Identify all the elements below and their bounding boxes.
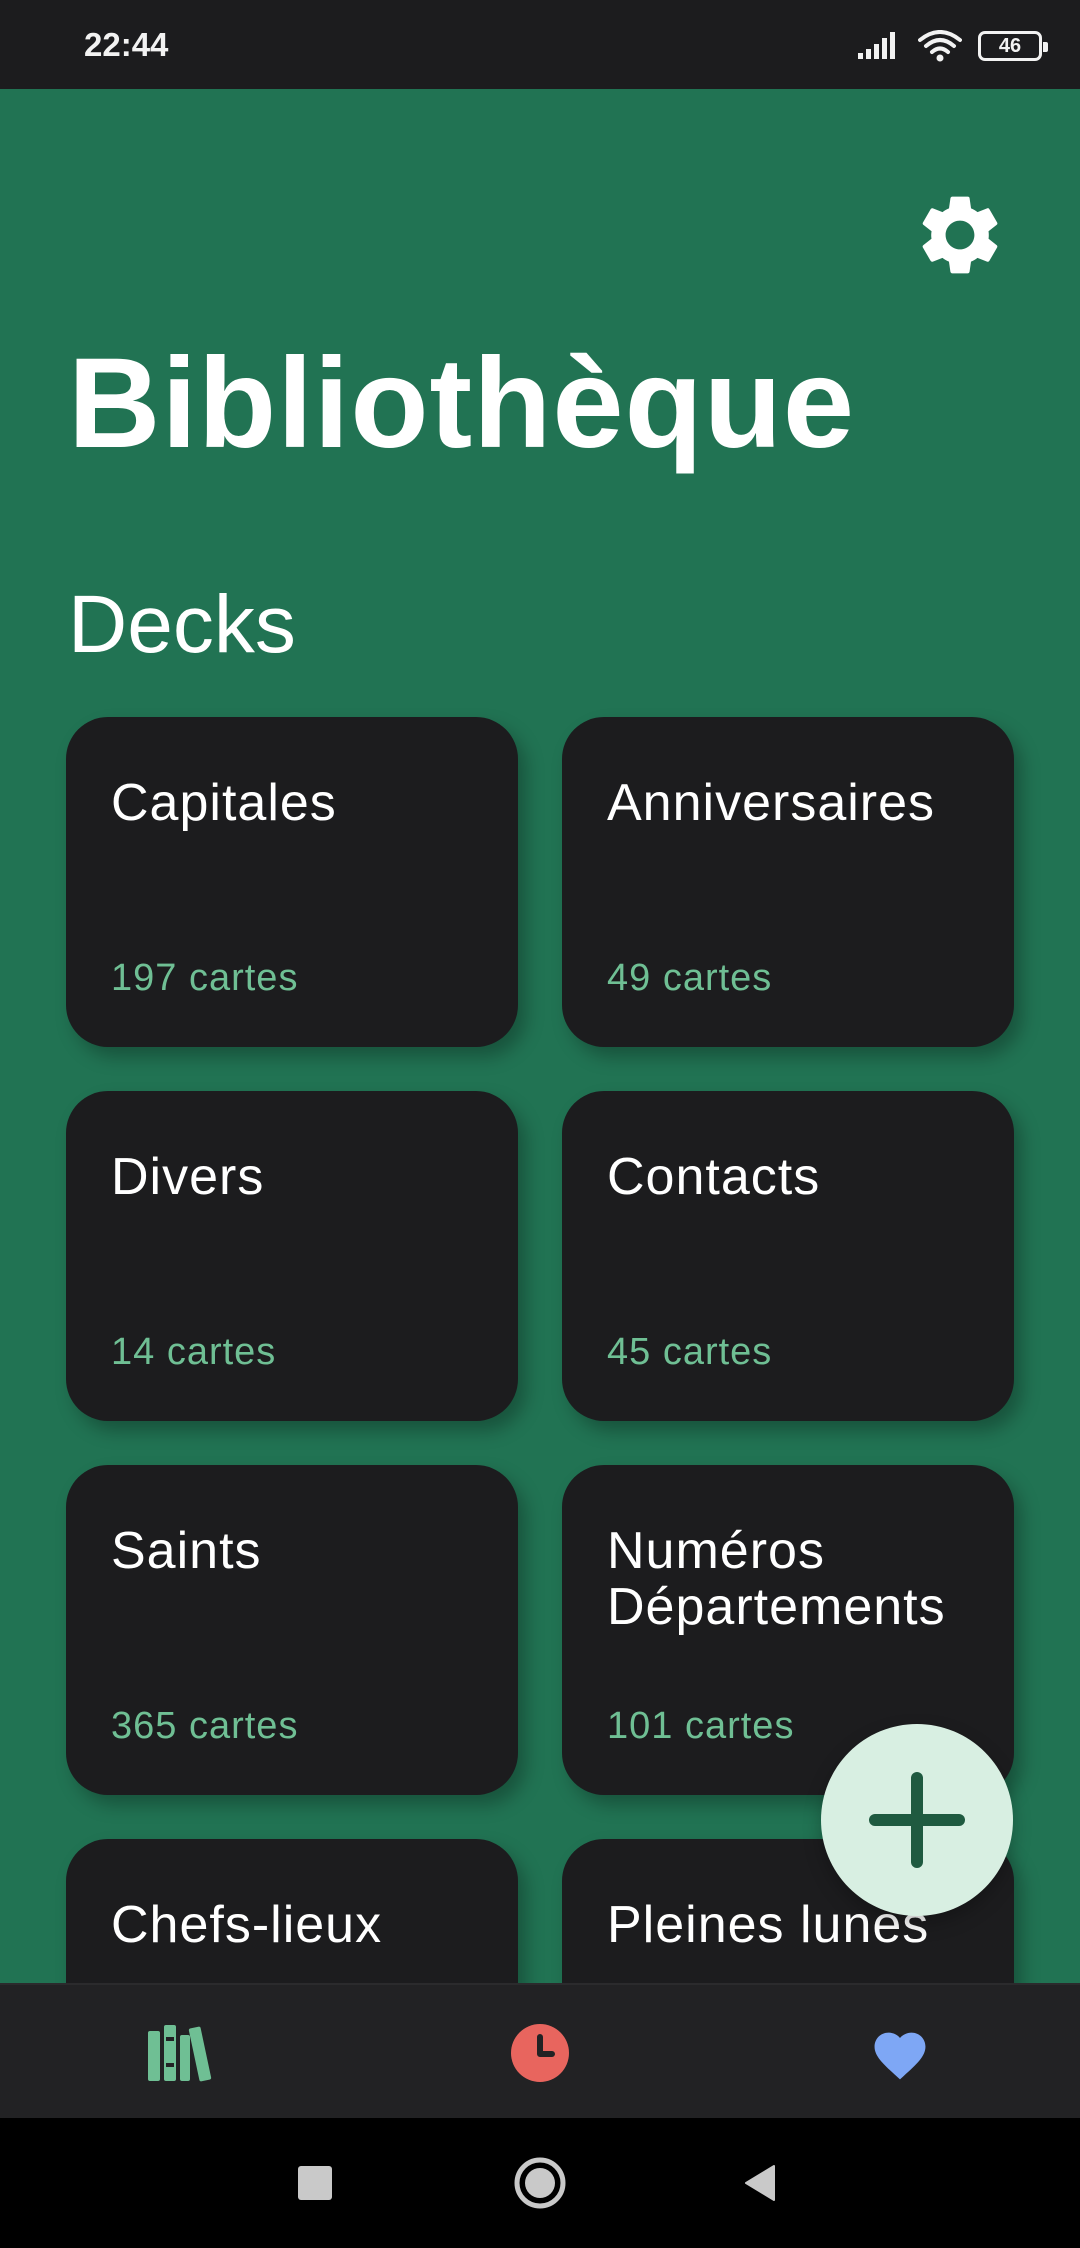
deck-name: Divers	[111, 1148, 265, 1206]
add-deck-button[interactable]	[821, 1724, 1013, 1916]
plus-icon	[869, 1772, 965, 1868]
nav-favorites[interactable]	[800, 1985, 1000, 2120]
deck-count: 197 cartes	[111, 957, 299, 999]
back-triangle-icon	[745, 2165, 775, 2201]
gear-icon	[922, 196, 998, 274]
deck-count: 45 cartes	[607, 1331, 773, 1373]
deck-count: 365 cartes	[111, 1705, 299, 1747]
status-bar: 22:44 46	[0, 0, 1080, 89]
battery-level: 46	[998, 35, 1022, 57]
deck-card-capitales[interactable]: Capitales 197 cartes	[66, 717, 518, 1047]
deck-name: Saints	[111, 1522, 262, 1580]
deck-card-divers[interactable]: Divers 14 cartes	[66, 1091, 518, 1421]
nav-library[interactable]	[80, 1985, 280, 2120]
deck-count: 14 cartes	[111, 1331, 277, 1373]
deck-name: Numéros Départements	[607, 1522, 946, 1636]
deck-name: Contacts	[607, 1148, 821, 1206]
heart-icon	[874, 2032, 926, 2079]
status-time: 22:44	[84, 26, 169, 63]
battery-indicator: 46	[978, 31, 1048, 61]
library-screen: 22:44 46 Bibliothèque Decks Capitales 19…	[0, 0, 1080, 2248]
deck-name: Capitales	[111, 774, 337, 832]
system-navigation-bar	[0, 2118, 1080, 2248]
recents-button[interactable]	[270, 2138, 360, 2228]
home-circle-icon	[514, 2157, 566, 2209]
home-button[interactable]	[495, 2138, 585, 2228]
deck-count: 101 cartes	[607, 1705, 795, 1747]
nav-history[interactable]	[440, 1985, 640, 2120]
deck-card-contacts[interactable]: Contacts 45 cartes	[562, 1091, 1014, 1421]
deck-count: 49 cartes	[607, 957, 773, 999]
section-title-decks: Decks	[68, 579, 296, 670]
deck-name: Chefs-lieux	[111, 1896, 383, 1954]
deck-card-anniversaires[interactable]: Anniversaires 49 cartes	[562, 717, 1014, 1047]
back-button[interactable]	[715, 2138, 805, 2228]
library-icon	[148, 2024, 212, 2081]
deck-card-saints[interactable]: Saints 365 cartes	[66, 1465, 518, 1795]
bottom-navigation	[0, 1983, 1080, 2118]
page-title: Bibliothèque	[68, 332, 856, 475]
wifi-icon	[918, 30, 962, 62]
status-icons: 46	[858, 28, 1048, 64]
settings-button[interactable]	[905, 180, 1015, 290]
clock-icon	[511, 2023, 569, 2082]
signal-icon	[858, 32, 895, 59]
deck-name: Anniversaires	[607, 774, 936, 832]
square-icon	[298, 2166, 332, 2200]
